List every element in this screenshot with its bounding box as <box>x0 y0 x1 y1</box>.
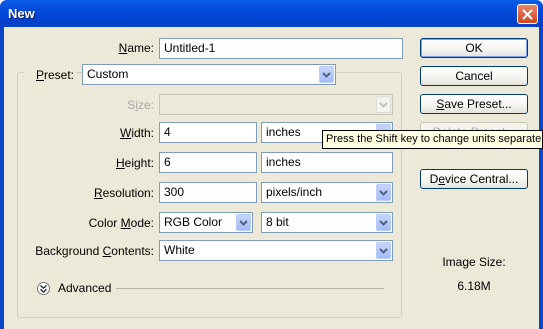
cancel-button[interactable]: Cancel <box>420 66 528 86</box>
resolution-input[interactable]: 300 <box>159 182 257 203</box>
size-label: Size: <box>127 98 154 112</box>
chevron-down-icon <box>239 219 248 226</box>
dialog-body: Name: Untitled-1 Preset: Custom Size: Wi… <box>4 27 539 329</box>
width-input[interactable]: 4 <box>159 122 257 143</box>
color-mode-dropdown[interactable]: RGB Color <box>159 212 253 233</box>
advanced-label[interactable]: Advanced <box>58 281 111 295</box>
chevron-down-icon <box>379 189 388 196</box>
chevron-down-icon <box>379 101 388 108</box>
size-dropdown-arrow <box>376 96 391 113</box>
bit-depth-dropdown-arrow[interactable] <box>376 214 391 231</box>
background-contents-dropdown[interactable]: White <box>159 240 393 261</box>
width-label: Width: <box>119 126 154 140</box>
background-contents-label: Background Contents: <box>35 244 154 258</box>
chevron-down-icon <box>322 71 331 78</box>
name-input[interactable]: Untitled-1 <box>159 38 403 59</box>
units-tooltip: Press the Shift key to change units sepa… <box>322 130 543 149</box>
size-dropdown <box>159 94 393 115</box>
ok-button[interactable]: OK <box>420 38 528 58</box>
chevron-down-icon <box>379 247 388 254</box>
height-label: Height: <box>115 156 154 170</box>
preset-label: Preset: <box>24 68 76 82</box>
save-preset-button[interactable]: Save Preset... <box>420 94 528 114</box>
resolution-unit-dropdown-arrow[interactable] <box>376 184 391 201</box>
color-mode-label: Color Mode: <box>88 216 154 230</box>
double-chevron-down-icon <box>40 284 47 293</box>
image-size-value: 6.18M <box>457 279 491 293</box>
chevron-down-icon <box>379 219 388 226</box>
bit-depth-dropdown[interactable]: 8 bit <box>261 212 393 233</box>
new-document-dialog: New Name: Untitled-1 Preset: Custom Size… <box>0 0 543 329</box>
resolution-unit-dropdown[interactable]: pixels/inch <box>261 182 393 203</box>
background-contents-dropdown-arrow[interactable] <box>376 242 391 259</box>
close-button[interactable] <box>517 4 538 24</box>
close-icon <box>522 9 533 19</box>
height-unit-dropdown[interactable]: inches <box>261 152 393 173</box>
height-input[interactable]: 6 <box>159 152 257 173</box>
advanced-toggle[interactable] <box>37 282 50 295</box>
color-mode-dropdown-arrow[interactable] <box>236 214 251 231</box>
advanced-separator <box>116 288 384 289</box>
preset-dropdown[interactable]: Custom <box>82 64 336 85</box>
preset-dropdown-arrow[interactable] <box>319 66 334 83</box>
resolution-label: Resolution: <box>93 186 154 200</box>
name-label: Name: <box>118 41 154 55</box>
image-size-label: Image Size: <box>442 255 506 269</box>
title-bar[interactable]: New <box>0 0 543 27</box>
window-title: New <box>8 6 35 21</box>
device-central-button[interactable]: Device Central... <box>420 169 528 189</box>
